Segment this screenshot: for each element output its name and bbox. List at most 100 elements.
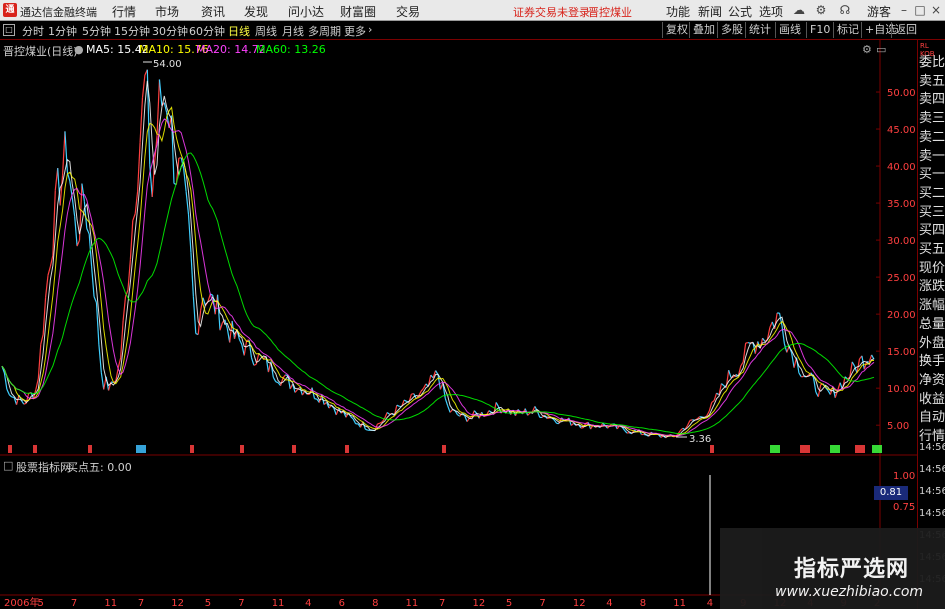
- price-segment: [314, 398, 318, 400]
- price-segment: [403, 399, 407, 402]
- indicator-menu-icon[interactable]: □: [3, 459, 13, 472]
- event-marker: [136, 445, 146, 453]
- menu-discover[interactable]: 发现: [244, 3, 268, 20]
- menu-ask-xiaoda[interactable]: 问小达: [288, 3, 324, 20]
- price-segment: [219, 322, 223, 331]
- tool-overlay[interactable]: 叠加: [689, 22, 718, 38]
- price-segment: [238, 339, 243, 345]
- tool-mark[interactable]: 标记: [833, 22, 862, 38]
- cloud-icon[interactable]: ☁: [792, 4, 806, 17]
- period-more[interactable]: 更多: [344, 23, 366, 39]
- menu-news[interactable]: 资讯: [201, 3, 225, 20]
- pane-settings-icon[interactable]: ⚙: [862, 43, 872, 56]
- price-segment: [98, 344, 102, 373]
- high-price-label: 54.00: [153, 59, 182, 70]
- tool-statistics[interactable]: 统计: [745, 22, 774, 38]
- menu-options[interactable]: 选项: [759, 3, 783, 20]
- ma5-line: [1, 80, 875, 438]
- event-markers: [8, 445, 882, 453]
- price-tick-label: 45.00: [887, 125, 916, 136]
- period-5min[interactable]: 5分钟: [82, 23, 111, 39]
- menu-wealth-circle[interactable]: 财富圈: [340, 3, 376, 20]
- price-segment: [762, 337, 766, 342]
- legend-dot-icon[interactable]: ●: [74, 43, 84, 56]
- watermark-cn: 指标严选网: [794, 557, 910, 582]
- price-segment: [192, 296, 197, 334]
- tool-draw-line[interactable]: 画线: [775, 22, 804, 38]
- price-segment: [132, 213, 136, 221]
- price-tick-label: 5.00: [887, 421, 909, 432]
- period-intraday[interactable]: 分时: [22, 23, 44, 39]
- event-marker: [830, 445, 840, 453]
- price-segment: [47, 266, 52, 276]
- watermark-overlay: 指标严选网 www.xuezhibiao.com: [720, 528, 945, 609]
- moving-averages: [1, 61, 875, 438]
- price-segment: [457, 414, 461, 417]
- event-marker: [33, 445, 37, 453]
- tool-back[interactable]: 返回: [891, 22, 920, 38]
- menu-formula[interactable]: 公式: [728, 3, 752, 20]
- period-monthly[interactable]: 月线: [282, 23, 304, 39]
- more-arrow-icon[interactable]: ›: [368, 23, 372, 36]
- chart-title: 晋控煤业(日线): [3, 45, 78, 58]
- event-marker: [88, 445, 92, 453]
- date-tick-label: 4: [305, 598, 311, 609]
- price-segment: [86, 228, 90, 235]
- tool-f10[interactable]: F10: [806, 22, 833, 38]
- date-tick-label: 12: [171, 598, 184, 609]
- menu-market-quotes[interactable]: 行情: [112, 3, 136, 20]
- price-segment: [71, 197, 76, 217]
- price-segment: [117, 357, 122, 368]
- date-tick-label: 5: [37, 598, 43, 609]
- date-tick-label: 11: [104, 598, 117, 609]
- tool-multi-stock[interactable]: 多股: [717, 22, 746, 38]
- period-15min[interactable]: 15分钟: [114, 23, 150, 39]
- login-status[interactable]: 证券交易未登录: [513, 4, 590, 20]
- period-1min[interactable]: 1分钟: [48, 23, 77, 39]
- kline-chart-area[interactable]: 50.00 45.00 40.00 35.00 30.00 25.00 20.00 15.00…: [0, 40, 917, 609]
- price-segment: [61, 131, 66, 176]
- menu-trade[interactable]: 交易: [396, 3, 420, 20]
- maximize-icon[interactable]: □: [913, 4, 927, 17]
- tool-restore-rights[interactable]: 复权: [662, 22, 691, 38]
- tick-time-row: 14:56: [919, 464, 945, 475]
- current-stock-name: 晋控煤业: [588, 6, 632, 19]
- gear-icon[interactable]: ⚙: [814, 4, 828, 17]
- date-tick-label: 4: [707, 598, 713, 609]
- menu-function[interactable]: 功能: [666, 3, 690, 20]
- headset-icon[interactable]: ☊: [838, 4, 852, 17]
- price-segment: [158, 79, 163, 106]
- period-30min[interactable]: 30分钟: [152, 23, 188, 39]
- quote-side-panel: RL KOB 委比 卖五 卖四 卖三 卖二 卖一 买一 买二 买三 买四 买五 现价 涨跌 涨幅 总量 外盘 换手…: [917, 40, 945, 609]
- price-tick-label: 25.00: [887, 273, 916, 284]
- price-segment: [851, 361, 856, 367]
- price-segment: [350, 416, 354, 420]
- app-title: 通达信金融终端: [20, 6, 97, 19]
- period-60min[interactable]: 60分钟: [189, 23, 225, 39]
- price-segment: [20, 400, 25, 405]
- price-segment: [23, 402, 27, 405]
- date-tick-label: 5: [506, 598, 512, 609]
- date-tick-label: 7: [539, 598, 545, 609]
- period-weekly[interactable]: 周线: [255, 23, 277, 39]
- event-marker: [8, 445, 12, 453]
- price-segment: [527, 412, 531, 416]
- indicator-tick-1: 1.00: [893, 471, 916, 482]
- period-multi[interactable]: 多周期: [308, 23, 341, 39]
- user-guest[interactable]: 游客: [867, 3, 891, 20]
- close-icon[interactable]: ×: [929, 4, 943, 17]
- price-segment: [449, 409, 453, 413]
- menu-market[interactable]: 市场: [155, 3, 179, 20]
- panel-toggle-icon[interactable]: □: [3, 24, 15, 36]
- price-segment: [253, 363, 257, 366]
- price-segment: [686, 420, 691, 426]
- price-segment: [93, 296, 98, 303]
- minimize-icon[interactable]: –: [897, 4, 911, 17]
- kline-chart-svg[interactable]: 50.0045.0040.0035.0030.0025.0020.0015.00…: [0, 40, 917, 609]
- menu-bar: 通 通达信金融终端 行情 市场 资讯 发现 问小达 财富圈 交易 证券交易未登录…: [0, 0, 945, 21]
- price-segment: [769, 321, 773, 328]
- menu-news-right[interactable]: 新闻: [698, 3, 722, 20]
- period-daily[interactable]: 日线: [228, 23, 250, 39]
- price-segment: [570, 422, 575, 426]
- pane-collapse-icon[interactable]: ▭: [876, 43, 886, 56]
